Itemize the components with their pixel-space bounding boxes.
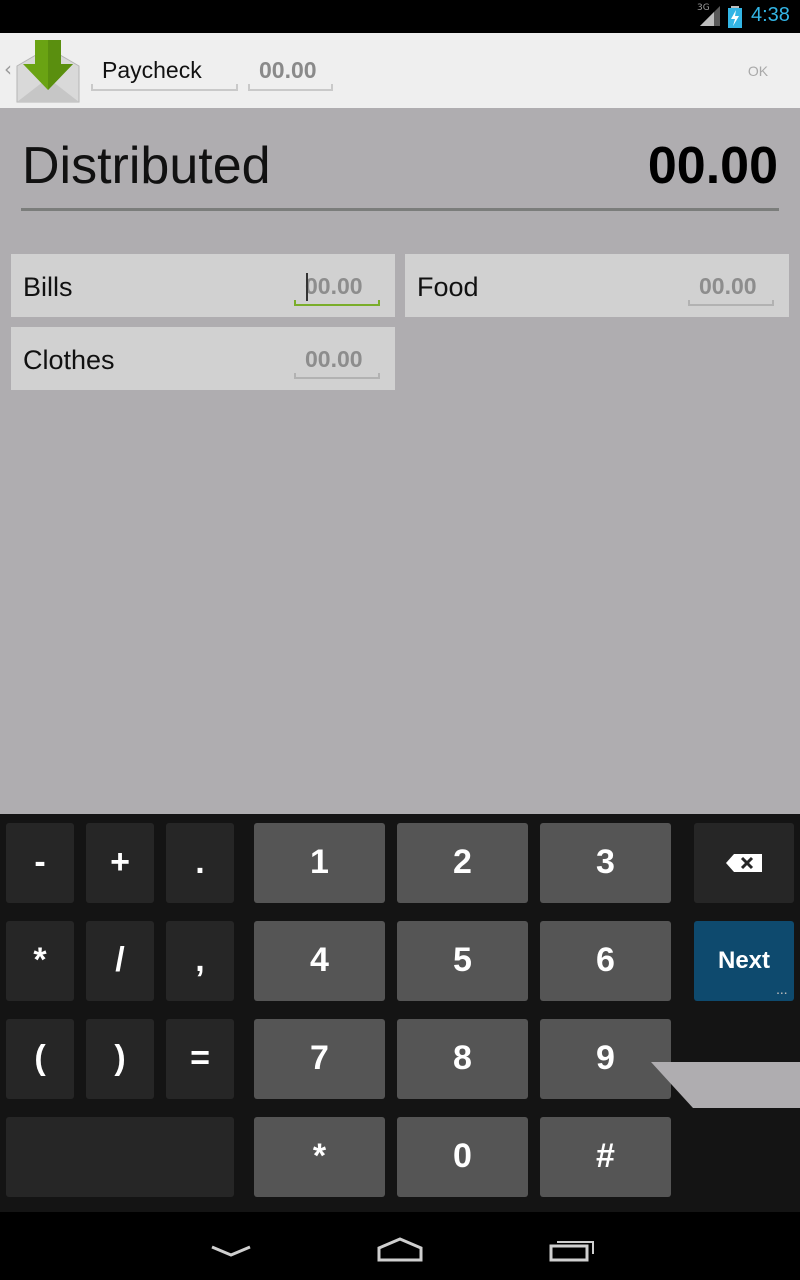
distributed-total: 00.00 (647, 137, 778, 195)
status-bar: 3G 4:38 (0, 0, 800, 33)
key-close-paren[interactable]: ) (86, 1019, 154, 1099)
signal-icon (700, 6, 720, 26)
battery-charging-icon (728, 6, 742, 28)
key-7[interactable]: 7 (254, 1019, 385, 1099)
key-0[interactable]: 0 (397, 1117, 528, 1197)
category-amount-value: 00.00 (305, 273, 363, 299)
key-period[interactable]: . (166, 823, 234, 903)
category-amount-input[interactable]: 00.00 (294, 339, 380, 379)
category-bills: Bills 00.00 (11, 254, 395, 317)
key-4[interactable]: 4 (254, 921, 385, 1001)
key-8[interactable]: 8 (397, 1019, 528, 1099)
divider (21, 208, 779, 211)
chevron-left-icon[interactable]: ‹ (4, 57, 12, 81)
key-star[interactable]: * (254, 1117, 385, 1197)
category-amount-value: 00.00 (699, 273, 757, 299)
key-slash[interactable]: / (86, 921, 154, 1001)
budget-name-value: Paycheck (102, 57, 202, 83)
key-1[interactable]: 1 (254, 823, 385, 903)
numeric-keyboard: - + . * / , ( ) = 1 2 3 4 5 6 7 8 9 * 0 … (0, 814, 800, 1212)
key-6[interactable]: 6 (540, 921, 671, 1001)
category-amount-input[interactable]: 00.00 (294, 266, 380, 306)
budget-amount-field[interactable]: 00.00 (248, 51, 333, 91)
key-minus[interactable]: - (6, 823, 74, 903)
recents-icon[interactable] (548, 1236, 596, 1262)
category-amount-input[interactable]: 00.00 (688, 266, 774, 306)
key-delete[interactable] (694, 823, 794, 903)
back-icon[interactable] (210, 1244, 252, 1258)
category-label: Bills (23, 272, 73, 302)
key-plus[interactable]: + (86, 823, 154, 903)
key-asterisk[interactable]: * (6, 921, 74, 1001)
category-label: Food (417, 272, 479, 302)
budget-amount-value: 00.00 (259, 57, 317, 83)
keyboard-tab (651, 1062, 800, 1108)
category-food: Food 00.00 (405, 254, 789, 317)
key-3[interactable]: 3 (540, 823, 671, 903)
next-options-dots: ... (776, 986, 788, 997)
ok-button[interactable]: OK (730, 55, 786, 87)
navigation-bar (0, 1212, 800, 1280)
budget-name-field[interactable]: Paycheck (91, 51, 238, 91)
category-amount-value: 00.00 (305, 346, 363, 372)
key-2[interactable]: 2 (397, 823, 528, 903)
backspace-icon (726, 854, 762, 872)
distributed-label: Distributed (22, 137, 271, 195)
text-cursor (306, 273, 308, 301)
key-comma[interactable]: , (166, 921, 234, 1001)
home-icon[interactable] (375, 1236, 425, 1262)
action-bar: ‹ Paycheck 00.00 OK (0, 33, 800, 108)
status-clock: 4:38 (751, 4, 790, 26)
envelope-download-icon[interactable] (15, 38, 81, 104)
category-label: Clothes (23, 345, 115, 375)
key-5[interactable]: 5 (397, 921, 528, 1001)
key-equals[interactable]: = (166, 1019, 234, 1099)
category-clothes: Clothes 00.00 (11, 327, 395, 390)
next-button[interactable]: Next ... (694, 921, 794, 1001)
key-open-paren[interactable]: ( (6, 1019, 74, 1099)
key-space[interactable] (6, 1117, 234, 1197)
key-hash[interactable]: # (540, 1117, 671, 1197)
